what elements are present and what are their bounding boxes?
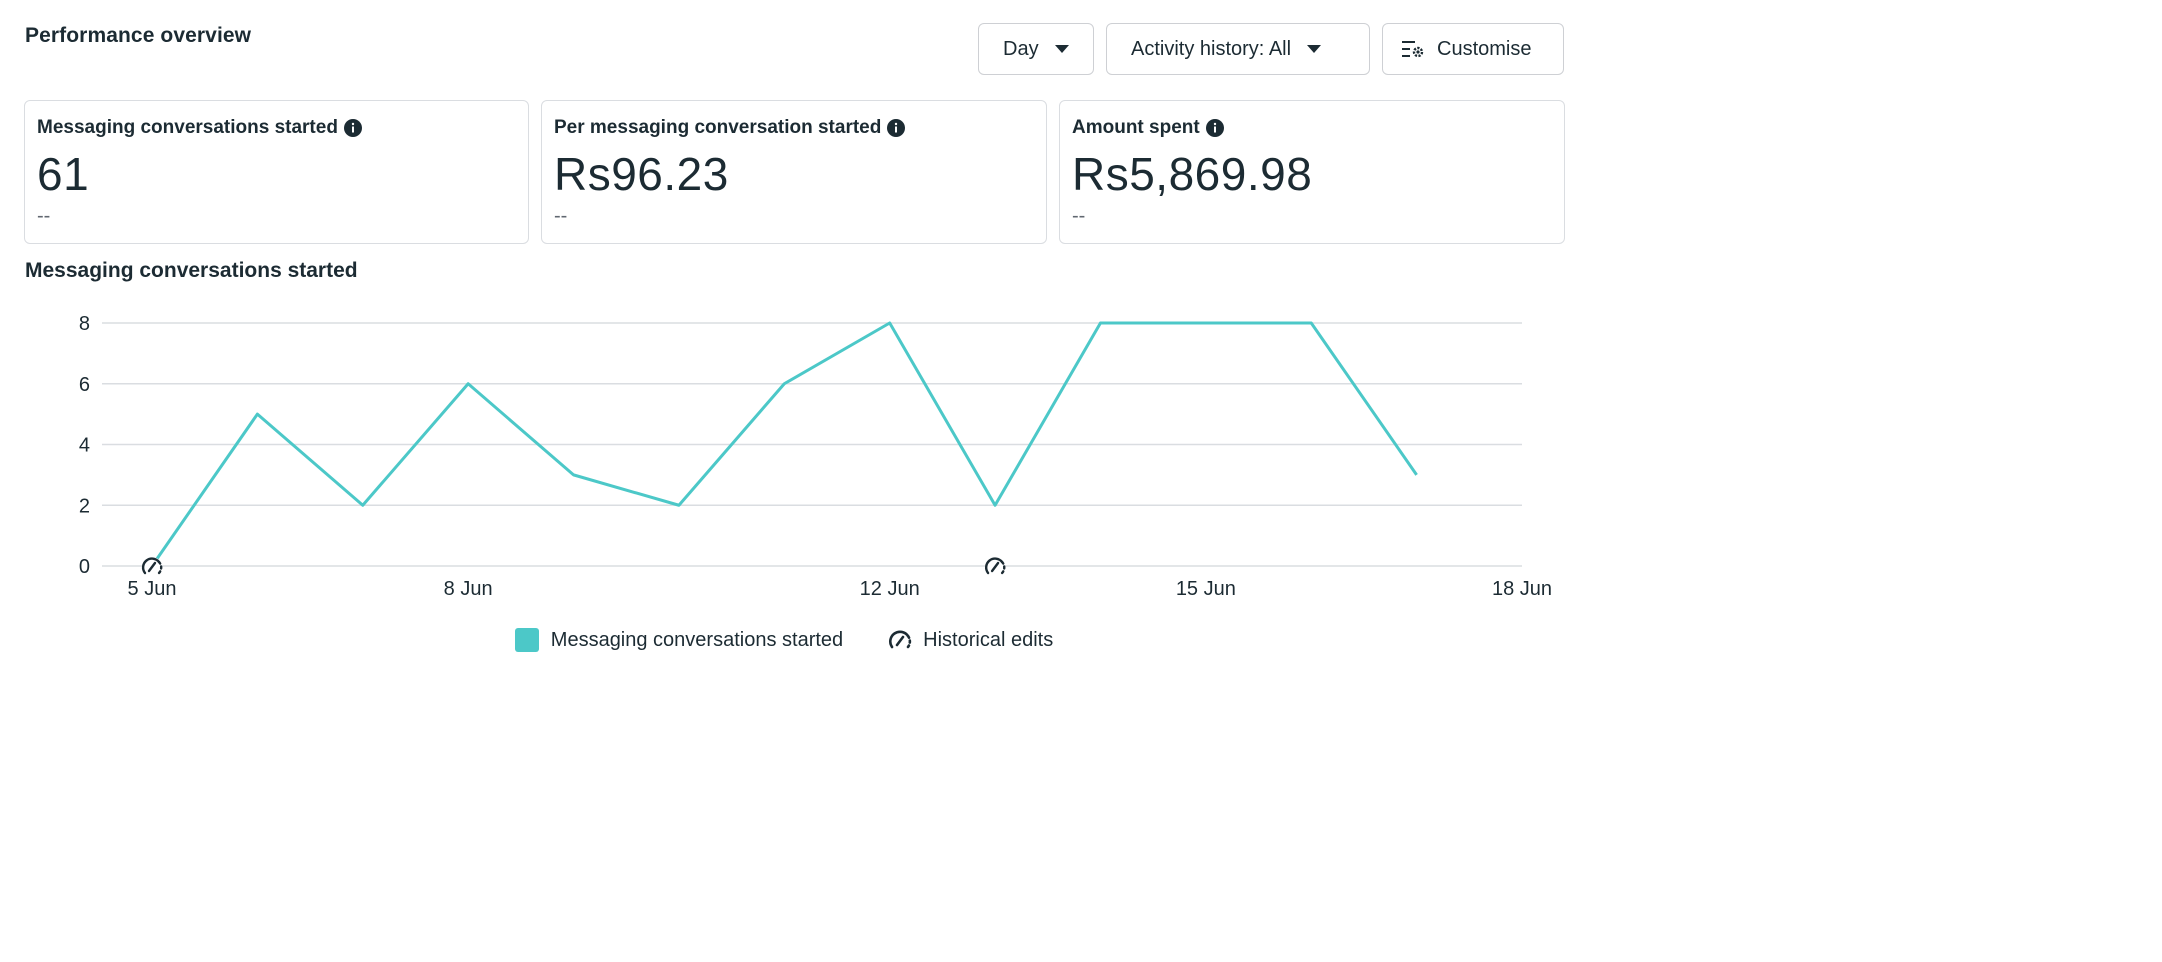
x-tick-label: 12 Jun — [860, 578, 920, 600]
y-tick-label: 4 — [79, 435, 90, 457]
legend-item-historical-edits[interactable]: Historical edits — [887, 629, 1053, 652]
x-tick-label: 18 Jun — [1492, 578, 1552, 600]
historical-edit-icon[interactable] — [141, 557, 163, 577]
chart-legend: Messaging conversations started Historic… — [0, 628, 1568, 652]
x-tick-label: 15 Jun — [1176, 578, 1236, 600]
x-tick-label: 5 Jun — [128, 578, 177, 600]
historical-edit-icon[interactable] — [985, 557, 1006, 577]
y-tick-label: 6 — [79, 374, 90, 396]
y-tick-label: 0 — [79, 556, 90, 578]
y-tick-label: 2 — [79, 495, 90, 517]
legend-series-label: Messaging conversations started — [550, 628, 844, 651]
y-tick-label: 8 — [79, 313, 90, 335]
historical-edits-icon — [887, 629, 913, 651]
legend-edits-label: Historical edits — [923, 628, 1054, 651]
line-chart: 0 2 4 6 8 5 Jun 8 Jun 12 Jun 15 Jun 18 Jun — [79, 313, 1552, 600]
legend-swatch — [514, 628, 539, 652]
performance-overview-panel: Performance overview Day Activity histor… — [0, 0, 1568, 682]
legend-item-series[interactable]: Messaging conversations started — [514, 628, 844, 652]
x-tick-label: 8 Jun — [444, 578, 493, 600]
